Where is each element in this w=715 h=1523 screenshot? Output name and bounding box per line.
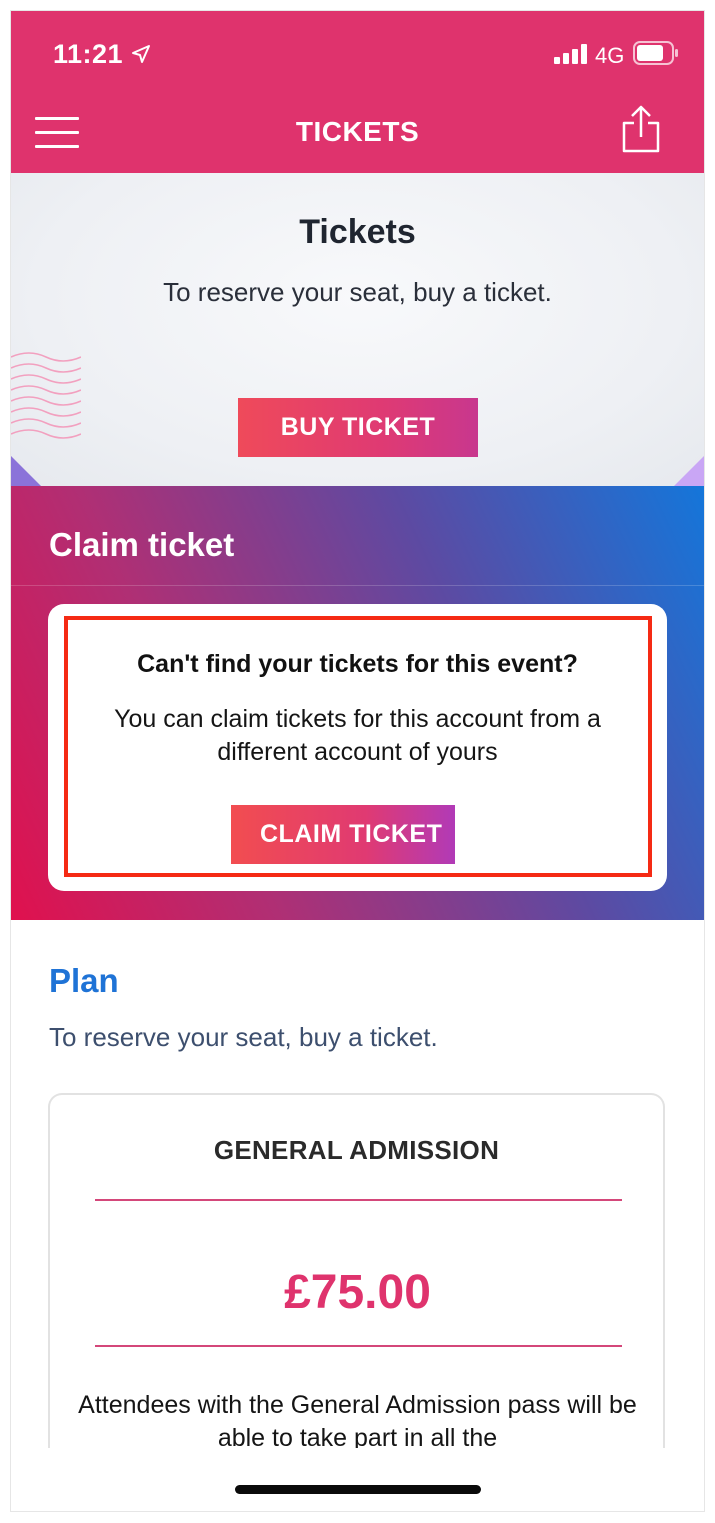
plan-divider-top <box>95 1199 622 1201</box>
corner-decoration-left <box>11 456 41 486</box>
claim-ticket-section: Claim ticket Can't find your tickets for… <box>11 486 704 920</box>
tickets-hero: Tickets To reserve your seat, buy a tick… <box>11 173 704 486</box>
claim-card: Can't find your tickets for this event? … <box>48 604 667 891</box>
claim-heading: Claim ticket <box>49 526 235 563</box>
plan-card-title: GENERAL ADMISSION <box>213 1135 500 1165</box>
top-bar: 11:21 4G TICKETS <box>11 11 704 173</box>
plan-description: Attendees with the General Admission pas… <box>78 1391 637 1452</box>
share-icon[interactable] <box>619 105 663 153</box>
plan-subtitle: To reserve your seat, buy a ticket. <box>49 1022 438 1052</box>
status-time: 11:21 <box>53 39 124 69</box>
network-type: 4G <box>595 43 625 68</box>
cellular-signal-icon <box>554 44 587 64</box>
location-arrow-icon <box>132 45 150 63</box>
buy-ticket-button[interactable]: BUY TICKET <box>238 398 478 457</box>
bottom-safe-area <box>11 1448 704 1511</box>
battery-icon <box>633 41 678 65</box>
hero-title: Tickets <box>299 213 416 251</box>
hero-subtitle: To reserve your seat, buy a ticket. <box>163 277 552 307</box>
claim-ticket-button[interactable]: CLAIM TICKET <box>231 805 455 864</box>
plan-title: Plan <box>49 962 119 999</box>
corner-decoration-right <box>674 456 704 486</box>
claim-card-title: Can't find your tickets for this event? <box>137 650 578 678</box>
claim-card-text: You can claim tickets for this account f… <box>114 705 601 766</box>
claim-divider <box>11 585 704 586</box>
wave-decoration <box>11 352 81 439</box>
plan-price: £75.00 <box>284 1266 431 1319</box>
page-title: TICKETS <box>295 116 420 147</box>
app-screen: 11:21 4G TICKETS Tickets To reserve your… <box>11 11 704 1511</box>
plan-divider-bottom <box>95 1345 622 1347</box>
home-indicator[interactable] <box>235 1485 481 1494</box>
